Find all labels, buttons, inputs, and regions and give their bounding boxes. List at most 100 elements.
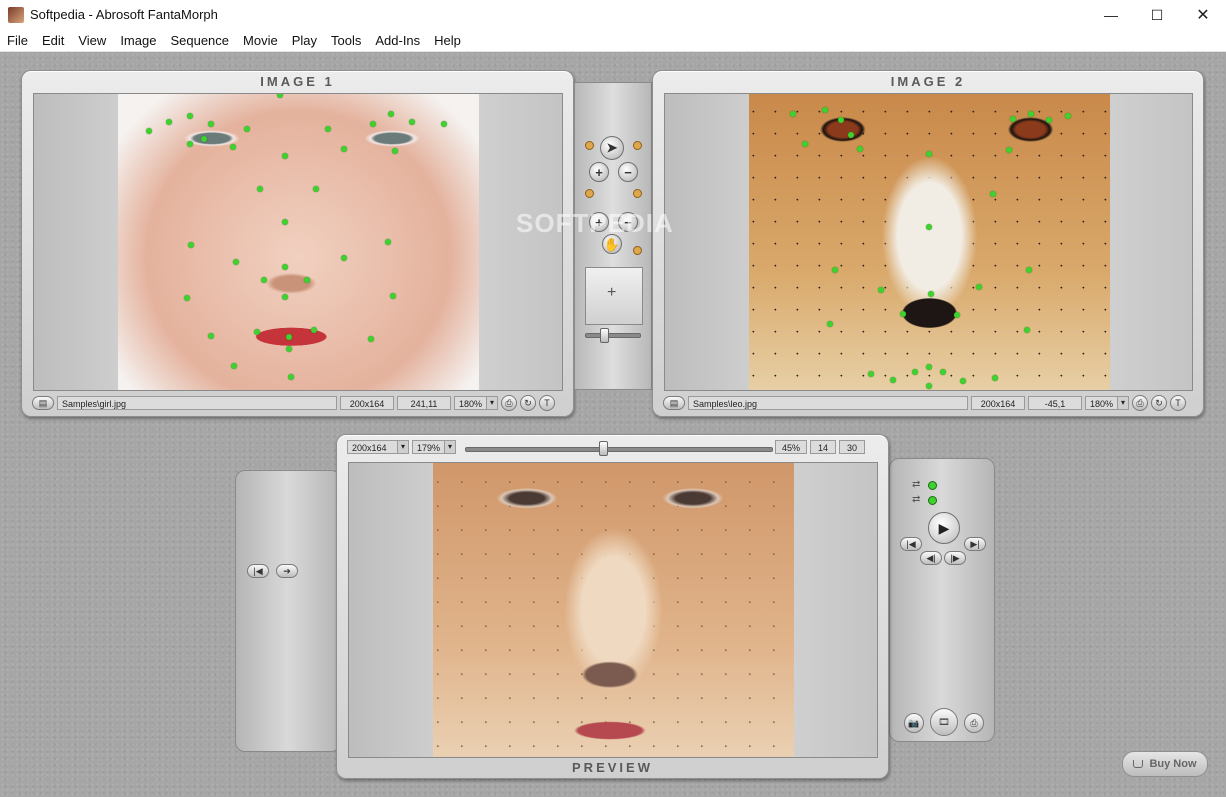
feature-point[interactable] (208, 333, 214, 339)
menu-help[interactable]: Help (427, 30, 468, 51)
menu-view[interactable]: View (71, 30, 113, 51)
image1-zoom-select[interactable]: 180% ▾ (454, 396, 498, 410)
feature-point[interactable] (231, 363, 237, 369)
image1-text-button[interactable]: T (539, 395, 555, 411)
preview-viewport[interactable] (348, 462, 878, 758)
feature-point[interactable] (441, 121, 447, 127)
image2-zoom-select[interactable]: 180% ▾ (1085, 396, 1129, 410)
bounce-led[interactable] (928, 496, 937, 505)
feature-point[interactable] (992, 375, 998, 381)
image1-reset-button[interactable]: ↻ (520, 395, 536, 411)
tool-option-led[interactable] (633, 246, 642, 255)
prev-frame-button[interactable]: ◀| (920, 551, 942, 565)
feature-point[interactable] (1024, 327, 1030, 333)
feature-point[interactable] (370, 121, 376, 127)
frame-field[interactable]: 14 (810, 440, 836, 454)
image2-viewport[interactable] (664, 93, 1193, 391)
feature-point[interactable] (954, 312, 960, 318)
feature-point[interactable] (146, 128, 152, 134)
image1-export-button[interactable]: ⎙ (501, 395, 517, 411)
close-button[interactable]: ✕ (1180, 0, 1226, 30)
feature-point[interactable] (385, 239, 391, 245)
image1-open-button[interactable]: ▤ (32, 396, 54, 410)
feature-point[interactable] (184, 295, 190, 301)
morph-slider-thumb[interactable] (598, 441, 608, 456)
next-frame-button[interactable]: |▶ (944, 551, 966, 565)
feature-point[interactable] (313, 186, 319, 192)
feature-point[interactable] (282, 153, 288, 159)
feature-point[interactable] (990, 191, 996, 197)
feature-point[interactable] (976, 284, 982, 290)
image1-viewport[interactable] (33, 93, 563, 391)
last-frame-button[interactable]: ▶| (964, 537, 986, 551)
remove-point-button[interactable]: − (618, 162, 638, 182)
navigator-box[interactable]: + (585, 267, 643, 325)
feature-point[interactable] (325, 126, 331, 132)
menu-edit[interactable]: Edit (35, 30, 71, 51)
feature-point[interactable] (282, 264, 288, 270)
feature-point[interactable] (848, 132, 854, 138)
feature-point[interactable] (390, 293, 396, 299)
maximize-button[interactable]: ☐ (1134, 0, 1180, 30)
tool-option-led[interactable] (585, 189, 594, 198)
menu-movie[interactable]: Movie (236, 30, 285, 51)
loop-led[interactable] (928, 481, 937, 490)
feature-point[interactable] (304, 277, 310, 283)
total-frames-field[interactable]: 30 (839, 440, 865, 454)
feature-point[interactable] (790, 111, 796, 117)
feature-point[interactable] (940, 369, 946, 375)
feature-point[interactable] (341, 255, 347, 261)
select-tool-button[interactable]: ➤ (600, 136, 624, 160)
feature-point[interactable] (827, 321, 833, 327)
feature-point[interactable] (857, 146, 863, 152)
feature-point[interactable] (254, 329, 260, 335)
feature-point[interactable] (912, 369, 918, 375)
preview-zoom-select[interactable]: 179% ▾ (412, 440, 456, 454)
feature-point[interactable] (341, 146, 347, 152)
first-frame-button[interactable]: |◀ (900, 537, 922, 551)
feature-point[interactable] (1026, 267, 1032, 273)
play-button[interactable]: ▶ (928, 512, 960, 544)
feature-point[interactable] (392, 148, 398, 154)
camera-icon[interactable]: 📷 (904, 713, 924, 733)
image2-open-button[interactable]: ▤ (663, 396, 685, 410)
feature-point[interactable] (1028, 111, 1034, 117)
add-point-button[interactable]: + (589, 162, 609, 182)
image2-reset-button[interactable]: ↻ (1151, 395, 1167, 411)
feature-point[interactable] (187, 113, 193, 119)
tool-slider-thumb[interactable] (600, 328, 609, 343)
feature-point[interactable] (286, 346, 292, 352)
feature-point[interactable] (286, 334, 292, 340)
feature-point[interactable] (282, 294, 288, 300)
feature-point[interactable] (1010, 116, 1016, 122)
feature-point[interactable] (208, 121, 214, 127)
feature-point[interactable] (900, 311, 906, 317)
feature-point[interactable] (802, 141, 808, 147)
tool-option-led[interactable] (633, 189, 642, 198)
preview-size-select[interactable]: 200x164 ▾ (347, 440, 409, 454)
tool-option-led[interactable] (633, 141, 642, 150)
feature-point[interactable] (1006, 147, 1012, 153)
feature-point[interactable] (257, 186, 263, 192)
buy-now-button[interactable]: Buy Now (1122, 751, 1208, 777)
space-button[interactable]: |◀ (247, 564, 269, 578)
image2-text-button[interactable]: T (1170, 395, 1186, 411)
feature-point[interactable] (1046, 117, 1052, 123)
feature-point[interactable] (409, 119, 415, 125)
feature-point[interactable] (928, 291, 934, 297)
tool-option-led[interactable] (585, 141, 594, 150)
feature-point[interactable] (201, 136, 207, 142)
menu-add-ins[interactable]: Add-Ins (368, 30, 427, 51)
feature-point[interactable] (878, 287, 884, 293)
feature-point[interactable] (187, 141, 193, 147)
feature-point[interactable] (282, 219, 288, 225)
feature-point[interactable] (926, 383, 932, 389)
feature-point[interactable] (926, 151, 932, 157)
arrow-right-icon[interactable]: ➔ (276, 564, 298, 578)
minimize-button[interactable]: — (1088, 0, 1134, 30)
feature-point[interactable] (822, 107, 828, 113)
feature-point[interactable] (868, 371, 874, 377)
feature-point[interactable] (926, 224, 932, 230)
feature-point[interactable] (926, 364, 932, 370)
feature-point[interactable] (890, 377, 896, 383)
